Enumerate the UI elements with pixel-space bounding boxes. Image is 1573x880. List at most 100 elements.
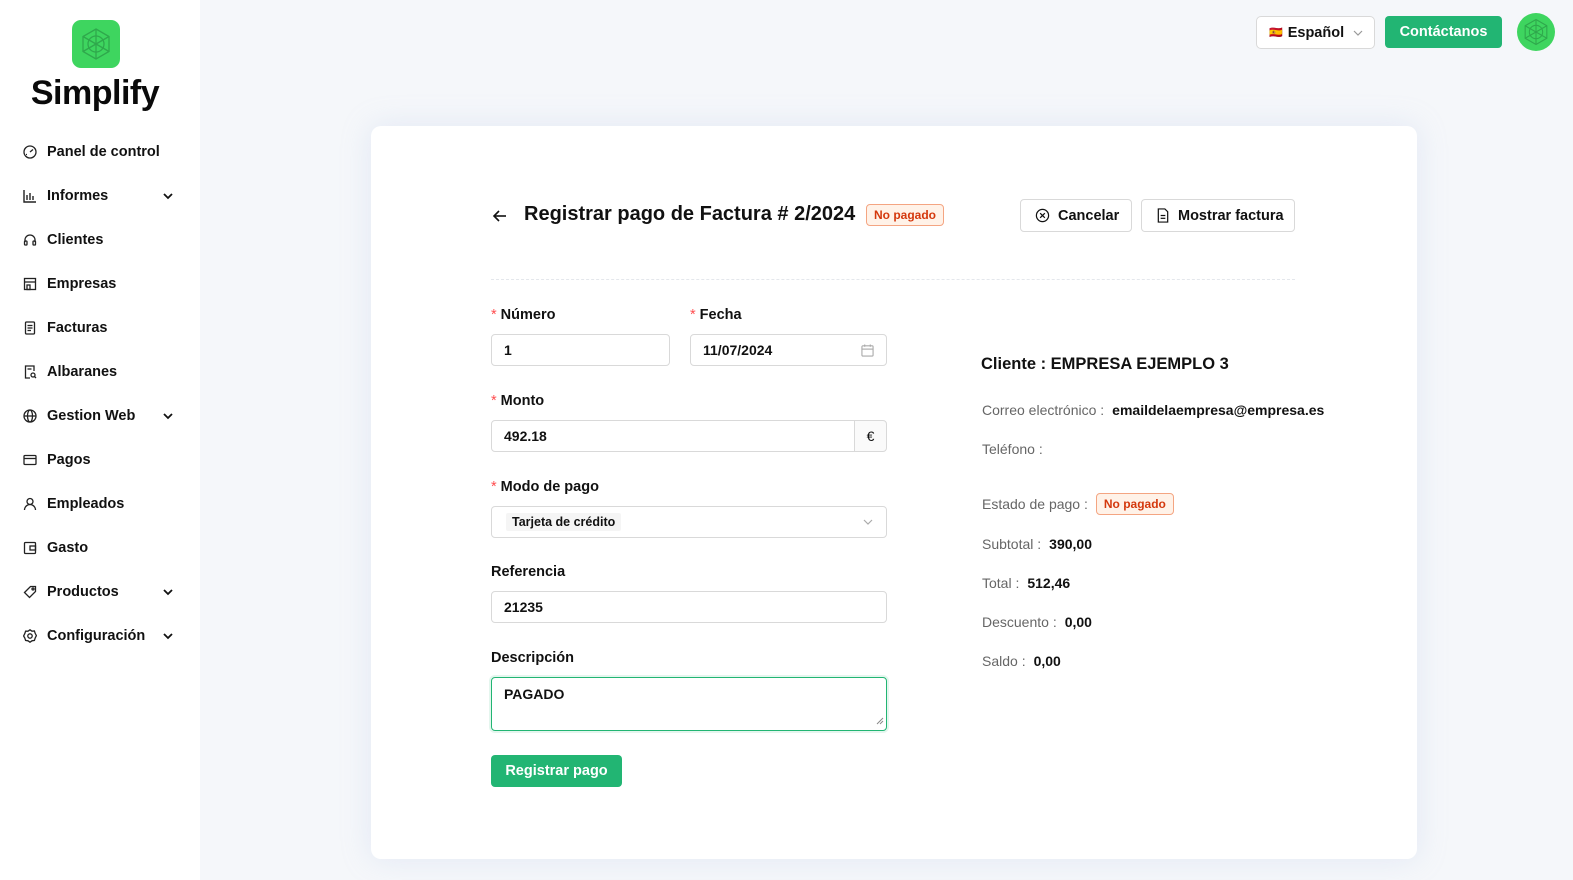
- email-value: emaildelaempresa@empresa.es: [1112, 402, 1325, 418]
- phone-label: Teléfono :: [982, 441, 1043, 457]
- numero-label-text: Número: [500, 307, 556, 323]
- sidebar-item-label: Empleados: [47, 496, 125, 512]
- total-row: Total : 512,46: [982, 575, 1070, 591]
- monto-input[interactable]: 492.18: [491, 420, 855, 452]
- tag-icon: [22, 584, 38, 600]
- phone-row: Teléfono :: [982, 441, 1051, 457]
- page-title: Registrar pago de Factura # 2/2024: [524, 203, 856, 225]
- fecha-label: * Fecha: [690, 307, 742, 323]
- chevron-down-icon[interactable]: [162, 190, 174, 202]
- modo-pago-tag: Tarjeta de crédito: [506, 513, 622, 531]
- payment-state-label: Estado de pago :: [982, 496, 1088, 512]
- sidebar-item-label: Gasto: [47, 540, 89, 556]
- dashboard-icon: [22, 144, 38, 160]
- register-payment-button[interactable]: Registrar pago: [491, 755, 622, 787]
- numero-label: * Número: [491, 307, 555, 323]
- spain-flag-icon: 🇪🇸: [1269, 27, 1283, 39]
- total-value: 512,46: [1027, 575, 1071, 591]
- file-search-icon: [22, 364, 38, 380]
- divider: [491, 279, 1295, 280]
- fecha-input[interactable]: 11/07/2024: [690, 334, 887, 366]
- wallet-icon: [22, 540, 38, 556]
- sidebar-item-albaranes[interactable]: Albaranes: [0, 350, 200, 394]
- sidebar-item-panel-de-control[interactable]: Panel de control: [0, 130, 200, 174]
- brand-name: Simplify: [30, 74, 160, 112]
- sidebar-item-empleados[interactable]: Empleados: [0, 482, 200, 526]
- sidebar-item-label: Empresas: [47, 276, 117, 292]
- email-label: Correo electrónico :: [982, 402, 1105, 418]
- payment-state-row: Estado de pago : No pagado: [982, 493, 1174, 515]
- total-label: Total :: [982, 575, 1020, 591]
- language-label: Español: [1287, 24, 1345, 41]
- cancel-label: Cancelar: [1058, 207, 1120, 224]
- sidebar-item-label: Facturas: [47, 320, 108, 336]
- sidebar-nav: Panel de control Informes Clientes Empre…: [0, 130, 200, 658]
- calendar-icon[interactable]: [861, 343, 874, 357]
- discount-label: Descuento :: [982, 614, 1057, 630]
- avatar[interactable]: [1517, 13, 1555, 51]
- globe-icon: [22, 408, 38, 424]
- file-icon: [1156, 208, 1170, 223]
- modo-pago-label-text: Modo de pago: [500, 479, 599, 495]
- numero-input[interactable]: 1: [491, 334, 670, 366]
- sidebar-item-label: Pagos: [47, 452, 91, 468]
- headset-icon: [22, 232, 38, 248]
- settings-icon: [22, 628, 38, 644]
- monto-label: * Monto: [491, 393, 544, 409]
- contact-button[interactable]: Contáctanos: [1385, 16, 1502, 48]
- sidebar-item-label: Productos: [47, 584, 119, 600]
- payment-state-badge: No pagado: [1095, 493, 1174, 515]
- sidebar-item-pagos[interactable]: Pagos: [0, 438, 200, 482]
- balance-value: 0,00: [1033, 653, 1061, 669]
- shop-icon: [22, 276, 38, 292]
- currency-addon: €: [854, 420, 887, 452]
- required-mark: *: [690, 307, 696, 323]
- descripcion-textarea[interactable]: PAGADO: [491, 677, 887, 731]
- balance-label: Saldo :: [982, 653, 1026, 669]
- subtotal-value: 390,00: [1049, 536, 1092, 552]
- sidebar-item-productos[interactable]: Productos: [0, 570, 200, 614]
- language-select[interactable]: 🇪🇸 Español: [1256, 16, 1375, 49]
- sidebar-item-empresas[interactable]: Empresas: [0, 262, 200, 306]
- chevron-down-icon[interactable]: [162, 586, 174, 598]
- close-circle-icon: [1035, 208, 1050, 223]
- logo-icon[interactable]: [72, 20, 120, 68]
- sidebar-item-configuracion[interactable]: Configuración: [0, 614, 200, 658]
- credit-card-icon: [22, 452, 38, 468]
- balance-row: Saldo : 0,00: [982, 653, 1061, 669]
- monto-label-text: Monto: [500, 393, 545, 409]
- back-arrow-icon[interactable]: [490, 206, 510, 226]
- modo-pago-label: * Modo de pago: [491, 479, 599, 495]
- referencia-label: Referencia: [491, 564, 566, 580]
- descripcion-value: PAGADO: [504, 686, 565, 702]
- subtotal-row: Subtotal : 390,00: [982, 536, 1092, 552]
- chevron-down-icon[interactable]: [162, 630, 174, 642]
- sidebar-item-clientes[interactable]: Clientes: [0, 218, 200, 262]
- status-badge: No pagado: [866, 204, 944, 226]
- show-invoice-button[interactable]: Mostrar factura: [1141, 199, 1295, 232]
- sidebar-item-gasto[interactable]: Gasto: [0, 526, 200, 570]
- sidebar-item-label: Albaranes: [47, 364, 118, 380]
- fecha-label-text: Fecha: [699, 307, 742, 323]
- sidebar-item-facturas[interactable]: Facturas: [0, 306, 200, 350]
- cancel-button[interactable]: Cancelar: [1020, 199, 1132, 232]
- sidebar: Simplify Panel de control Informes Clien…: [0, 0, 200, 880]
- discount-value: 0,00: [1064, 614, 1092, 630]
- modo-pago-select[interactable]: Tarjeta de crédito: [491, 506, 887, 538]
- sidebar-item-label: Configuración: [47, 628, 146, 644]
- sidebar-item-informes[interactable]: Informes: [0, 174, 200, 218]
- user-icon: [22, 496, 38, 512]
- descripcion-label: Descripción: [491, 650, 574, 666]
- required-mark: *: [491, 479, 497, 495]
- referencia-input[interactable]: 21235: [491, 591, 887, 623]
- show-invoice-label: Mostrar factura: [1178, 207, 1284, 224]
- sidebar-item-gestion-web[interactable]: Gestion Web: [0, 394, 200, 438]
- sidebar-item-label: Panel de control: [47, 144, 160, 160]
- chevron-down-icon[interactable]: [162, 410, 174, 422]
- chevron-down-icon: [862, 516, 874, 528]
- fecha-value: 11/07/2024: [703, 342, 773, 358]
- required-mark: *: [491, 307, 497, 323]
- resize-handle-icon[interactable]: [876, 712, 884, 728]
- discount-row: Descuento : 0,00: [982, 614, 1092, 630]
- sidebar-item-label: Clientes: [47, 232, 104, 248]
